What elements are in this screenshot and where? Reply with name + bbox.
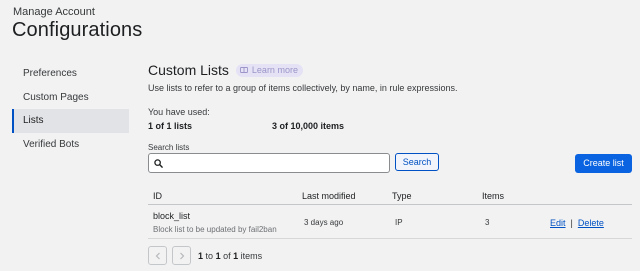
section-title: Custom Lists — [148, 62, 229, 78]
column-header-id: ID — [153, 191, 162, 201]
learn-more-label: Learn more — [251, 64, 298, 75]
page-title: Configurations — [12, 19, 143, 41]
pagination-to-word: to — [205, 250, 214, 261]
action-separator: | — [570, 218, 573, 228]
create-list-button[interactable]: Create list — [575, 154, 632, 173]
search-input[interactable] — [167, 155, 389, 171]
sidebar-nav: Preferences Custom Pages Lists Verified … — [12, 62, 129, 156]
pagination-suffix: items — [240, 250, 263, 261]
pagination-summary: 1 to 1 of 1 items — [198, 251, 262, 261]
sidebar-item-custom-pages[interactable]: Custom Pages — [12, 86, 129, 110]
list-last-modified: 3 days ago — [304, 218, 344, 227]
search-label: Search lists — [148, 143, 190, 152]
list-description: Block list to be updated by fail2ban — [153, 225, 277, 234]
row-actions: Edit | Delete — [550, 218, 604, 228]
delete-link[interactable]: Delete — [578, 218, 604, 228]
pagination-to: 1 — [215, 250, 221, 261]
column-header-items: Items — [482, 191, 505, 201]
column-header-last-modified: Last modified — [302, 191, 356, 201]
chevron-right-icon — [179, 252, 184, 259]
search-icon — [154, 158, 163, 168]
section-description: Use lists to refer to a group of items c… — [148, 83, 458, 93]
prev-page-button[interactable] — [148, 246, 167, 265]
usage-lists-text: of 1 lists — [155, 121, 193, 131]
usage-items-count: 3 — [272, 121, 278, 131]
pagination-total: 1 — [233, 250, 239, 261]
sidebar-item-preferences[interactable]: Preferences — [12, 62, 129, 86]
usage-label: You have used: — [148, 107, 210, 117]
section-title-row: Custom Lists Learn more — [148, 62, 303, 78]
lists-table: ID Last modified Type Items block_list B… — [148, 186, 632, 239]
column-header-type: Type — [392, 191, 412, 201]
usage-lists-count: 1 — [148, 121, 154, 131]
list-type: IP — [395, 218, 403, 227]
pagination-of-word: of — [223, 250, 231, 261]
usage-items-text: of 10,000 items — [279, 121, 345, 131]
learn-more-link[interactable]: Learn more — [235, 63, 303, 77]
usage-lists: 1 of 1 lists — [148, 121, 192, 131]
edit-link[interactable]: Edit — [550, 218, 566, 228]
list-id: block_list — [153, 211, 191, 221]
sidebar-item-verified-bots[interactable]: Verified Bots — [12, 133, 129, 157]
list-items-count: 3 — [485, 218, 490, 227]
usage-items: 3 of 10,000 items — [272, 121, 344, 131]
chevron-left-icon — [155, 252, 160, 259]
search-button[interactable]: Search — [395, 153, 439, 171]
next-page-button[interactable] — [172, 246, 191, 265]
table-row: block_list Block list to be updated by f… — [148, 205, 632, 239]
pagination: 1 to 1 of 1 items — [148, 246, 262, 265]
search-field[interactable] — [148, 153, 390, 173]
sidebar-item-lists[interactable]: Lists — [12, 109, 129, 133]
book-icon — [239, 67, 248, 73]
table-header: ID Last modified Type Items — [148, 186, 632, 205]
header-subtitle: Manage Account — [13, 6, 95, 18]
pagination-from: 1 — [198, 250, 204, 261]
